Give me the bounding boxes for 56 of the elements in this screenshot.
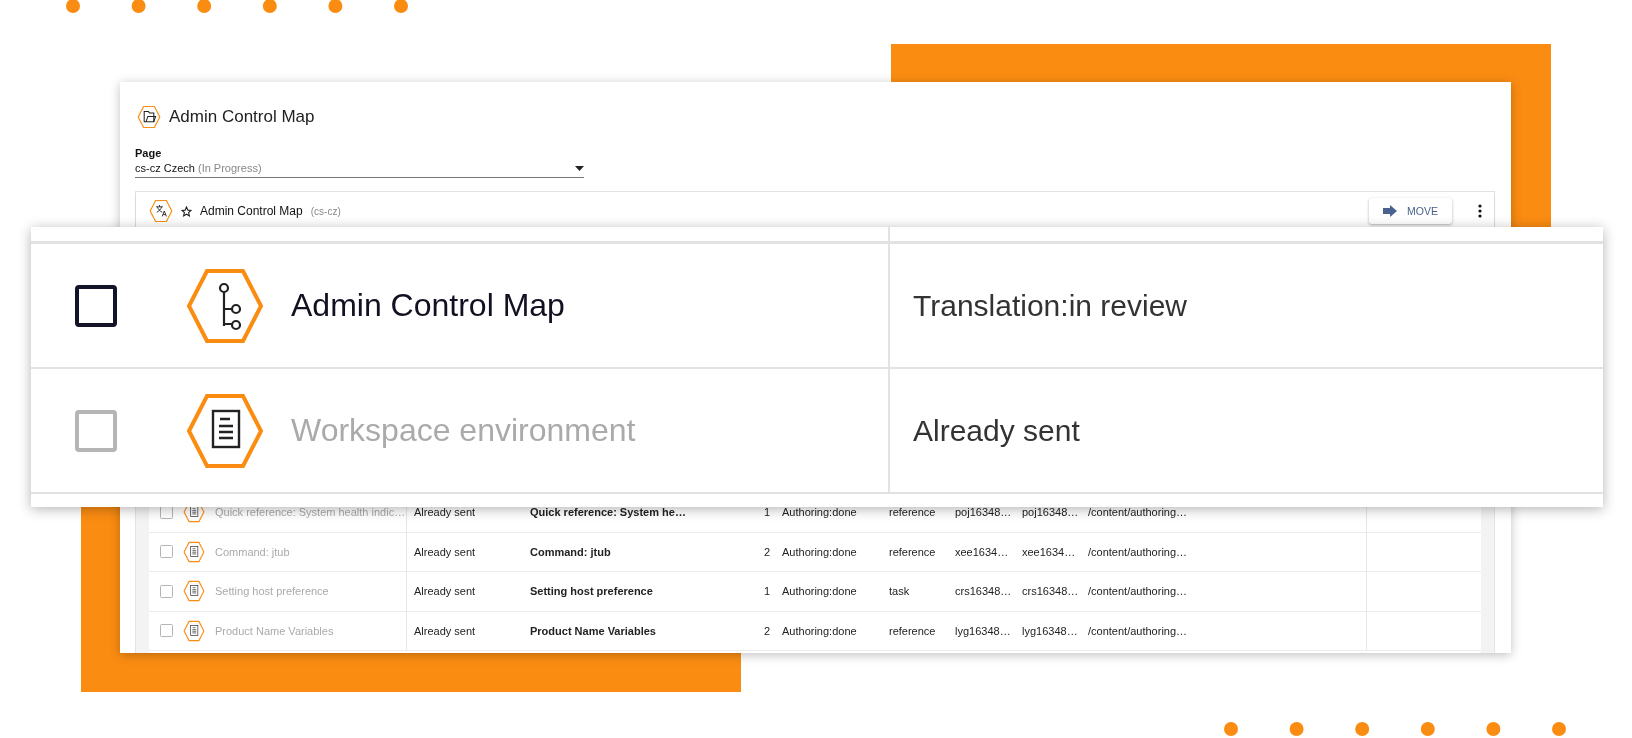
locale-label: (cs-cz) — [310, 205, 341, 217]
table-cell-text: crs16348… — [954, 584, 1013, 600]
table-cell-text: lyg16348… — [1021, 623, 1079, 639]
table-cell-text: Authoring:done — [781, 623, 858, 639]
field-label: Page — [135, 147, 162, 159]
table-cell-text: Authoring:done — [781, 505, 858, 521]
row-checkbox[interactable] — [75, 284, 117, 327]
table-cell-text: Command: jtub — [529, 544, 612, 560]
table-cell-text: /content/authoring… — [1087, 584, 1189, 600]
table-cell: Setting host preference — [215, 585, 329, 598]
table-cell-text: Quick reference: System he… — [529, 505, 687, 521]
document-icon — [183, 580, 205, 603]
page-select[interactable]: cs-cz Czech (In Progress) — [135, 159, 584, 178]
caret-icon — [575, 165, 584, 171]
table-cell-text: /content/authoring… — [1087, 544, 1189, 560]
folder-icon — [137, 105, 161, 129]
table-cell-text: Authoring:done — [781, 544, 858, 560]
table-cell-text: task — [888, 584, 911, 600]
table-cell-text: Already sent — [413, 505, 477, 521]
table-cell: Command: jtub — [215, 545, 290, 558]
item-title: Workspace environment — [291, 412, 636, 449]
table-cell-text: Authoring:done — [781, 584, 858, 600]
more-icon[interactable] — [1478, 204, 1482, 218]
table-cell-text: lyg16348… — [954, 623, 1012, 639]
table-cell-text: /content/authoring… — [1087, 505, 1189, 521]
document-icon — [183, 619, 205, 642]
table-cell-text: crs16348… — [1021, 584, 1080, 600]
table-cell-text: 1 — [762, 505, 770, 521]
table-cell-text: /content/authoring… — [1087, 623, 1189, 639]
card-title: Admin Control Map — [200, 204, 303, 218]
table-cell-text: poj16348… — [954, 505, 1013, 521]
table-cell-text: poj16348… — [1021, 505, 1080, 521]
table-cell-text: Already sent — [413, 544, 477, 560]
item-status: Translation:in review — [912, 287, 1188, 324]
window-title: Admin Control Map — [169, 107, 315, 127]
table-cell-text: Already sent — [413, 584, 477, 600]
move-button[interactable]: MOVE — [1369, 198, 1452, 224]
table-cell-text: Setting host preference — [529, 584, 654, 600]
star-icon[interactable] — [181, 205, 192, 217]
table-cell-text: reference — [888, 544, 937, 560]
table-cell: Product Name Variables — [215, 624, 334, 637]
table-cell-text: 1 — [762, 584, 770, 600]
item-title: Admin Control Map — [291, 287, 565, 324]
table-cell-text: 2 — [762, 623, 770, 639]
table-cell-text: reference — [888, 505, 937, 521]
arrow-icon — [1383, 205, 1398, 217]
table-cell-text: 2 — [762, 544, 770, 560]
table-cell-text: Already sent — [413, 623, 477, 639]
table-cell-text: xee1634… — [954, 544, 1010, 560]
translate-icon — [149, 199, 173, 223]
table-cell-text: reference — [888, 623, 937, 639]
table-cell-text: xee1634… — [1021, 544, 1077, 560]
document-icon — [183, 540, 205, 563]
table-cell: Quick reference: System health indic… — [215, 506, 406, 519]
item-status: Already sent — [912, 412, 1081, 449]
table-cell-text: Product Name Variables — [529, 623, 657, 639]
